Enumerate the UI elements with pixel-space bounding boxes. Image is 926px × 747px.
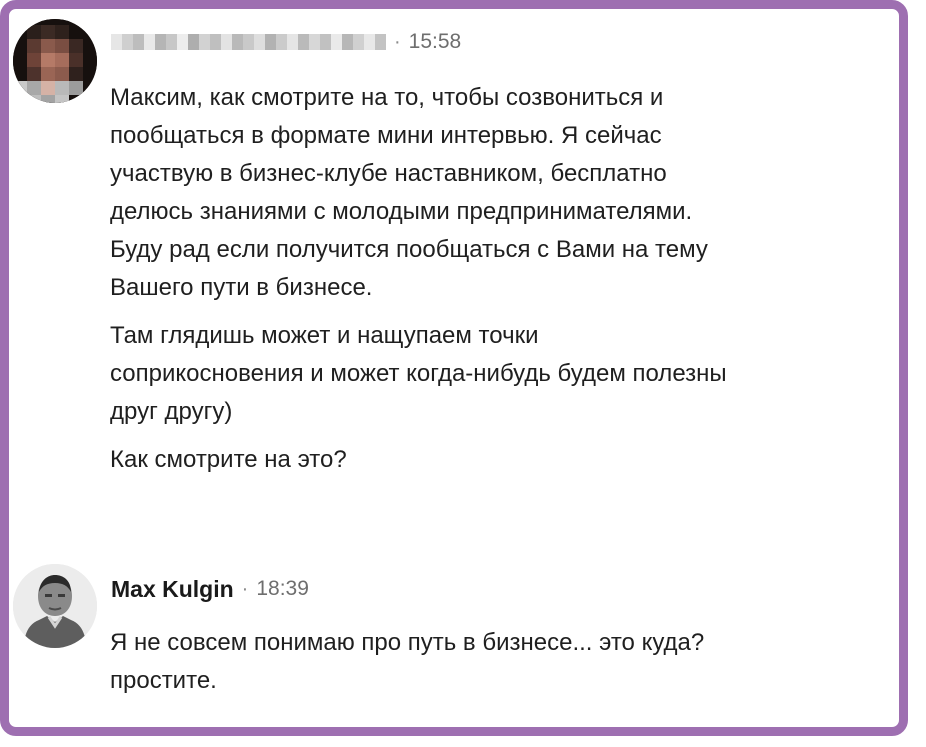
separator-dot: · — [394, 30, 401, 53]
message-header: · 15:58 — [111, 27, 461, 57]
chat-window: · 15:58 Максим, как смотрите на то, чтоб… — [0, 0, 908, 736]
message-paragraph: Там глядишь может и нащупаем точки сопри… — [110, 322, 727, 425]
message-paragraph: Как смотрите на это? — [110, 446, 347, 473]
blurred-sender-name[interactable] — [111, 33, 386, 51]
user-photo-avatar-icon[interactable] — [13, 564, 97, 648]
message-body: Максим, как смотрите на то, чтобы созвон… — [110, 79, 881, 489]
separator-dot: · — [241, 577, 249, 600]
message-time[interactable]: 18:39 — [256, 577, 309, 601]
pixelated-avatar-icon[interactable] — [13, 19, 97, 103]
message-paragraph: Я не совсем понимаю про путь в бизнесе..… — [110, 629, 705, 694]
message-time[interactable]: 15:58 — [409, 30, 462, 54]
chat-message: Max Kulgin · 18:39 Я не совсем понимаю п… — [9, 554, 899, 727]
chat-message: · 15:58 Максим, как смотрите на то, чтоб… — [9, 9, 899, 549]
sender-name[interactable]: Max Kulgin — [111, 576, 234, 603]
message-paragraph: Максим, как смотрите на то, чтобы созвон… — [110, 84, 708, 301]
message-header: Max Kulgin · 18:39 — [111, 574, 309, 604]
message-body: Я не совсем понимаю про путь в бизнесе..… — [110, 624, 881, 710]
